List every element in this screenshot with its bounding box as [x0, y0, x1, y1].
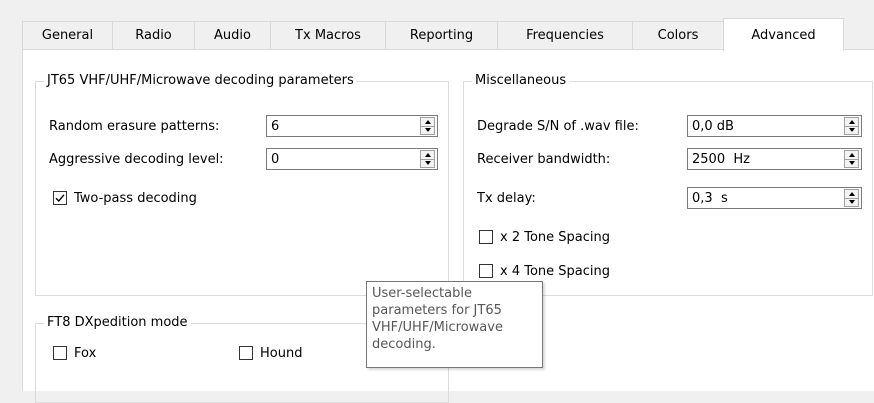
tab-general[interactable]: General: [22, 21, 113, 49]
checkbox-unchecked-icon[interactable]: [479, 264, 493, 278]
tab-bar: General Radio Audio Tx Macros Reporting …: [0, 18, 874, 51]
spin-arrows-icon[interactable]: [420, 150, 435, 168]
bandwidth-spinbox[interactable]: 2500 Hz: [687, 148, 862, 170]
bandwidth-label: Receiver bandwidth:: [477, 151, 611, 167]
tab-colors[interactable]: Colors: [632, 21, 724, 49]
x4-tone-checkbox[interactable]: x 4 Tone Spacing: [479, 260, 610, 282]
hound-checkbox[interactable]: Hound: [239, 342, 302, 364]
checkbox-unchecked-icon[interactable]: [53, 346, 67, 360]
ft8-group-title: FT8 DXpedition mode: [44, 315, 191, 330]
tab-radio[interactable]: Radio: [112, 21, 195, 49]
spin-arrows-icon[interactable]: [844, 189, 859, 207]
tab-reporting[interactable]: Reporting: [385, 21, 498, 49]
spin-arrows-icon[interactable]: [420, 117, 435, 135]
checkbox-unchecked-icon[interactable]: [479, 230, 493, 244]
aggressive-label: Aggressive decoding level:: [49, 151, 224, 167]
two-pass-checkbox[interactable]: Two-pass decoding: [53, 187, 197, 209]
spin-arrows-icon[interactable]: [844, 150, 859, 168]
checkbox-checked-icon[interactable]: [53, 191, 67, 205]
tab-frequencies[interactable]: Frequencies: [497, 21, 633, 49]
checkbox-unchecked-icon[interactable]: [239, 346, 253, 360]
jt65-group-title: JT65 VHF/UHF/Microwave decoding paramete…: [44, 73, 357, 88]
misc-group-title: Miscellaneous: [472, 73, 570, 88]
tooltip: User-selectable parameters for JT65 VHF/…: [366, 281, 543, 368]
tab-tx-macros[interactable]: Tx Macros: [270, 21, 386, 49]
tab-audio[interactable]: Audio: [194, 21, 271, 49]
x2-tone-checkbox[interactable]: x 2 Tone Spacing: [479, 226, 610, 248]
tab-advanced[interactable]: Advanced: [723, 18, 844, 51]
tx-delay-label: Tx delay:: [477, 190, 536, 206]
spin-arrows-icon[interactable]: [844, 117, 859, 135]
random-erasure-spinbox[interactable]: 6: [266, 115, 438, 137]
fox-checkbox[interactable]: Fox: [53, 342, 96, 364]
degrade-spinbox[interactable]: 0,0 dB: [687, 115, 862, 137]
aggressive-spinbox[interactable]: 0: [266, 148, 438, 170]
random-erasure-label: Random erasure patterns:: [49, 118, 220, 134]
tx-delay-spinbox[interactable]: 0,3 s: [687, 187, 862, 209]
degrade-label: Degrade S/N of .wav file:: [477, 118, 639, 134]
